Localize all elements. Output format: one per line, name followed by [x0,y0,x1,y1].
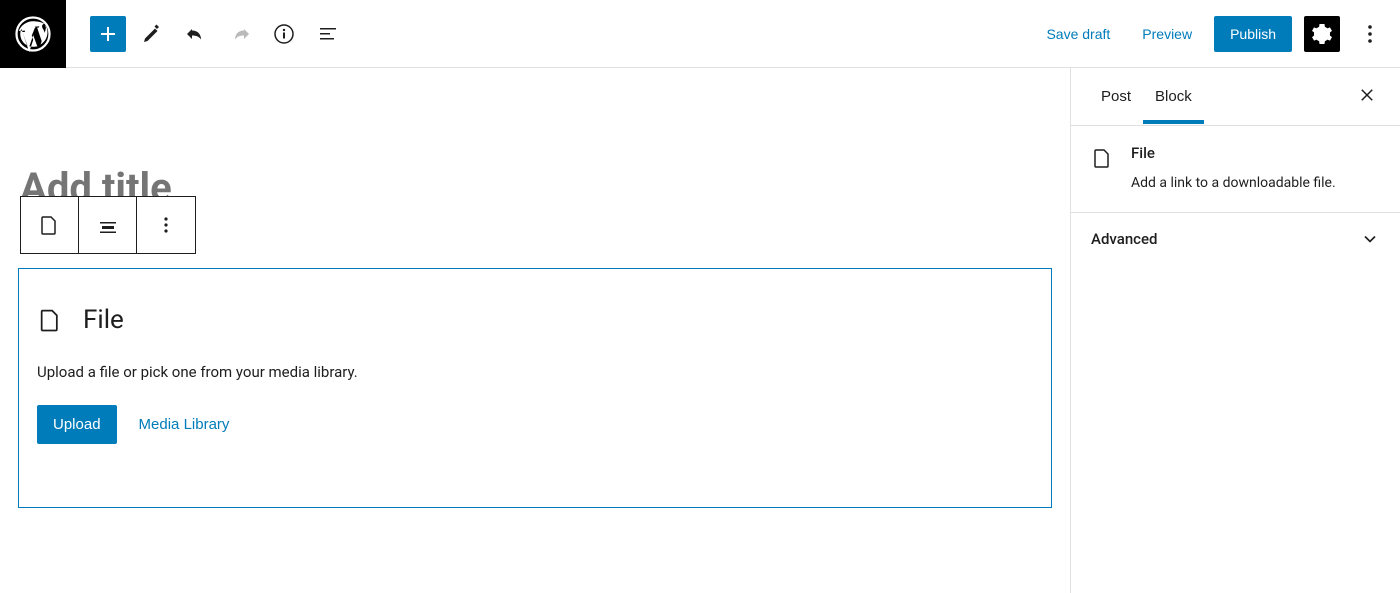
file-block-title: File [83,305,124,335]
wordpress-icon [15,16,51,52]
add-block-button[interactable] [90,16,126,52]
tab-block[interactable]: Block [1143,70,1204,123]
file-block-header: File [37,305,1033,335]
save-draft-button[interactable]: Save draft [1036,18,1120,50]
editor-topbar: Save draft Preview Publish [0,0,1400,68]
align-button[interactable] [79,197,137,253]
file-icon [1091,146,1115,170]
redo-button [222,16,258,52]
chevron-down-icon [1360,229,1380,249]
file-icon [37,306,65,334]
plus-icon [96,22,120,46]
sidebar-block-name: File [1131,144,1336,162]
info-icon [272,22,296,46]
wordpress-logo[interactable] [0,0,66,68]
media-library-button[interactable]: Media Library [139,416,230,433]
preview-button[interactable]: Preview [1132,18,1202,50]
sidebar-block-description: Add a link to a downloadable file. [1131,174,1336,194]
upload-button[interactable]: Upload [37,405,117,444]
sidebar-advanced-panel[interactable]: Advanced [1071,213,1400,265]
pencil-icon [140,22,164,46]
close-icon [1358,86,1376,104]
tab-post[interactable]: Post [1089,70,1143,123]
toolbar-left [66,16,346,52]
advanced-label: Advanced [1091,230,1157,248]
close-sidebar-button[interactable] [1352,80,1382,113]
sidebar-block-info: File Add a link to a downloadable file. [1071,126,1400,213]
sidebar-tabs: Post Block [1071,68,1400,126]
settings-sidebar: Post Block File Add a link to a download… [1070,68,1400,593]
gear-icon [1310,22,1334,46]
settings-button[interactable] [1304,16,1340,52]
outline-button[interactable] [310,16,346,52]
more-options-button[interactable] [1352,16,1388,52]
block-toolbar [20,196,196,254]
edit-tools-button[interactable] [134,16,170,52]
undo-button[interactable] [178,16,214,52]
file-block-description: Upload a file or pick one from your medi… [37,363,1033,381]
block-type-button[interactable] [21,197,79,253]
undo-icon [184,22,208,46]
redo-icon [228,22,252,46]
editor-main: Add title File Upload a file or pick one… [0,68,1400,593]
file-block-actions: Upload Media Library [37,405,1033,444]
file-block[interactable]: File Upload a file or pick one from your… [18,268,1052,508]
editor-canvas[interactable]: Add title File Upload a file or pick one… [0,68,1070,593]
toolbar-right: Save draft Preview Publish [1036,16,1400,52]
list-view-icon [316,22,340,46]
file-icon [38,213,62,237]
kebab-icon [1358,22,1382,46]
align-icon [96,213,120,237]
kebab-icon [154,213,178,237]
block-more-button[interactable] [137,197,195,253]
info-button[interactable] [266,16,302,52]
publish-button[interactable]: Publish [1214,16,1292,52]
